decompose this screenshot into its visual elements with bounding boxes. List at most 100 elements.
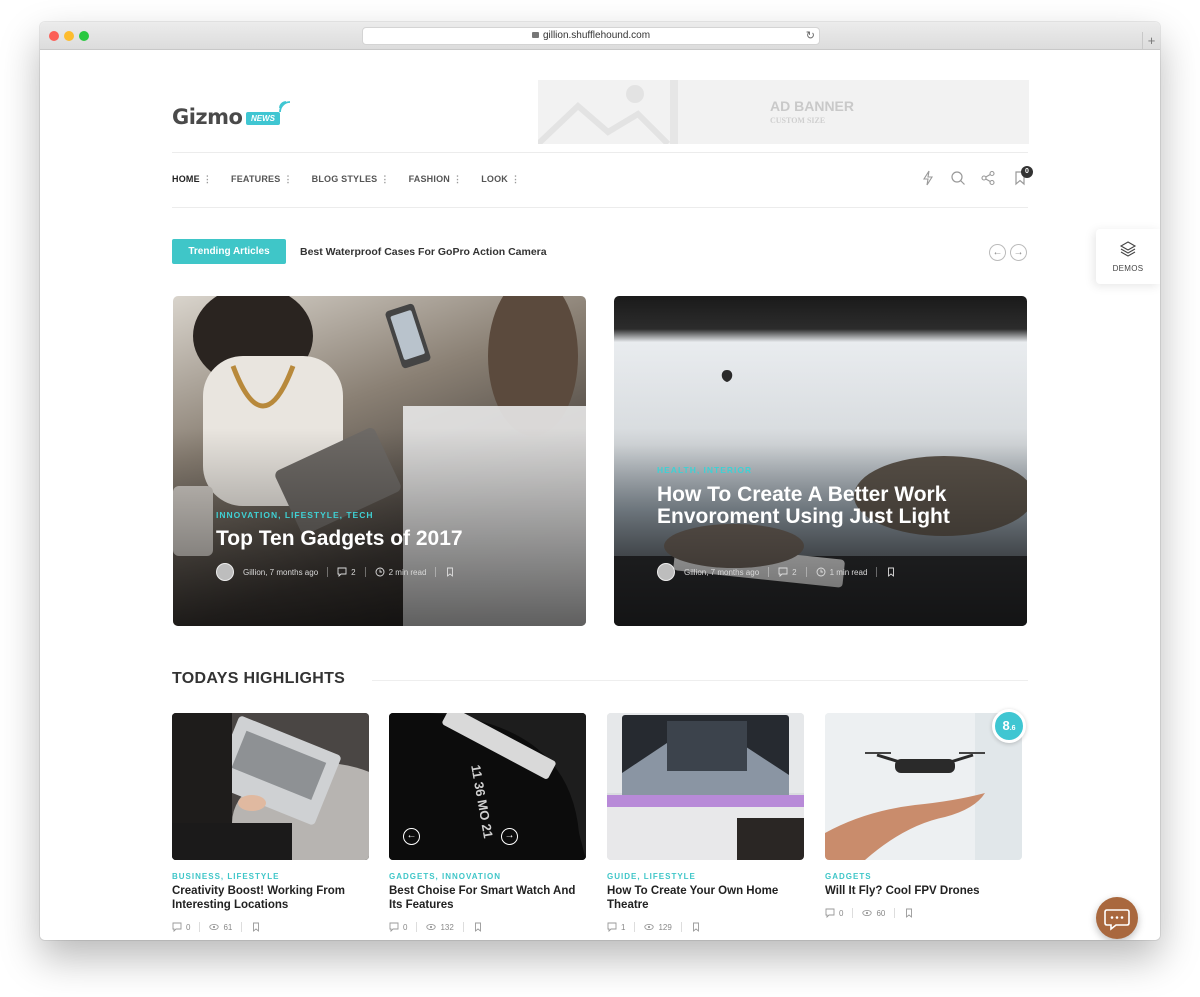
bookmark-icon[interactable] — [886, 567, 896, 577]
page-content: Gizmo NEWS AD BANNER CUSTOM SIZE HOME ⋮ F… — [40, 50, 1160, 940]
divider — [364, 567, 366, 577]
divider — [894, 908, 896, 918]
post-thumbnail[interactable] — [825, 713, 1022, 860]
demos-panel-button[interactable]: DEMOS — [1096, 229, 1160, 284]
logo-badge: NEWS — [246, 112, 280, 125]
new-tab-button[interactable]: + — [1142, 32, 1160, 50]
avatar[interactable] — [216, 563, 234, 581]
browser-window: gillion.shufflehound.com ↻ + Gizmo NEWS … — [40, 22, 1160, 940]
trending-headline[interactable]: Best Waterproof Cases For GoPro Action C… — [300, 246, 547, 258]
ad-banner[interactable]: AD BANNER CUSTOM SIZE — [538, 80, 1029, 144]
eye-icon — [644, 923, 655, 931]
slider-next-button[interactable]: → — [501, 828, 518, 845]
post-categories[interactable]: GADGETS, INNOVATION — [389, 872, 586, 881]
bookmark-icon[interactable] — [691, 922, 701, 932]
view-count: 61 — [223, 922, 233, 932]
divider — [241, 922, 243, 932]
post-meta: 1 129 — [607, 922, 804, 932]
nav-item-features[interactable]: FEATURES ⋮ — [231, 174, 293, 185]
hero-post-card[interactable]: HEALTH, INTERIOR How To Create A Better … — [614, 296, 1027, 626]
drone-photo — [825, 713, 1022, 860]
post-meta: 0 61 — [172, 922, 369, 932]
hero-post-categories[interactable]: HEALTH, INTERIOR — [657, 465, 752, 475]
hero-post-meta: Gillion, 7 months ago 2 1 min read — [657, 563, 900, 581]
hero-post-card[interactable]: INNOVATION, LIFESTYLE, TECH Top Ten Gadg… — [173, 296, 586, 626]
lightning-icon[interactable] — [920, 170, 936, 186]
logo-text: Gizmo — [172, 105, 243, 129]
comment-icon — [337, 567, 347, 577]
image-placeholder-icon — [538, 80, 678, 144]
post-title[interactable]: How To Create Your Own Home Theatre — [607, 884, 804, 912]
highlight-post-card[interactable]: BUSINESS, LIFESTYLE Creativity Boost! Wo… — [172, 713, 369, 932]
lock-icon — [531, 32, 539, 38]
post-meta: 0 60 — [825, 908, 1022, 918]
post-thumbnail[interactable] — [172, 713, 369, 860]
post-title[interactable]: Best Choise For Smart Watch And Its Feat… — [389, 884, 586, 912]
eye-icon — [426, 923, 437, 931]
highlight-post-card[interactable]: GADGETS Will It Fly? Cool FPV Drones 0 6… — [825, 713, 1022, 918]
close-window-button[interactable] — [49, 31, 59, 41]
post-thumbnail[interactable] — [607, 713, 804, 860]
nav-item-fashion[interactable]: FASHION ⋮ — [409, 174, 463, 185]
slider-prev-button[interactable]: ← — [403, 828, 420, 845]
divider — [680, 922, 682, 932]
bookmark-icon[interactable] — [473, 922, 483, 932]
divider — [852, 908, 854, 918]
eye-icon — [209, 923, 220, 931]
read-time: 2 min read — [388, 567, 427, 577]
hero-post-title[interactable]: Top Ten Gadgets of 2017 — [216, 528, 546, 550]
minimize-window-button[interactable] — [64, 31, 74, 41]
post-meta: 0 132 — [389, 922, 586, 932]
divider — [805, 567, 807, 577]
trending-next-button[interactable]: → — [1010, 244, 1027, 261]
highlight-post-card[interactable]: GUIDE, LIFESTYLE How To Create Your Own … — [607, 713, 804, 932]
hero-post-categories[interactable]: INNOVATION, LIFESTYLE, TECH — [216, 510, 374, 520]
post-categories[interactable]: BUSINESS, LIFESTYLE — [172, 872, 369, 881]
divider — [416, 922, 418, 932]
post-thumbnail[interactable]: 11 36 MO 21 ← → — [389, 713, 586, 860]
nav-item-blog-styles[interactable]: BLOG STYLES ⋮ — [312, 174, 390, 185]
comment-icon — [389, 922, 399, 932]
nav-item-look[interactable]: LOOK ⋮ — [481, 174, 520, 185]
post-title[interactable]: Creativity Boost! Working From Interesti… — [172, 884, 369, 912]
nav-item-home[interactable]: HOME ⋮ — [172, 174, 212, 185]
address-bar[interactable]: gillion.shufflehound.com ↻ — [362, 27, 820, 45]
divider — [372, 680, 1028, 681]
trending-prev-button[interactable]: ← — [989, 244, 1006, 261]
home-theatre-photo — [607, 713, 804, 860]
chat-button[interactable] — [1096, 897, 1138, 939]
section-title: TODAYS HIGHLIGHTS — [172, 670, 346, 687]
divider — [462, 922, 464, 932]
post-categories[interactable]: GUIDE, LIFESTYLE — [607, 872, 804, 881]
comment-count: 0 — [839, 908, 844, 918]
divider — [435, 567, 437, 577]
comment-count: 0 — [403, 922, 408, 932]
reload-icon[interactable]: ↻ — [806, 28, 815, 44]
post-title[interactable]: Will It Fly? Cool FPV Drones — [825, 884, 1022, 898]
highlight-post-card[interactable]: 11 36 MO 21 ← → GADGETS, INNOVATION Best… — [389, 713, 586, 932]
wifi-icon — [279, 101, 291, 113]
comment-count: 2 — [351, 567, 356, 577]
avatar[interactable] — [657, 563, 675, 581]
comment-icon — [172, 922, 182, 932]
divider — [199, 922, 201, 932]
bookmark-icon[interactable] — [904, 908, 914, 918]
clock-icon — [816, 567, 826, 577]
post-categories[interactable]: GADGETS — [825, 872, 1022, 881]
comment-count: 0 — [186, 922, 191, 932]
search-icon[interactable] — [950, 170, 966, 186]
divider — [327, 567, 329, 577]
hero-post-meta: Gillion, 7 months ago 2 2 min read — [216, 563, 459, 581]
read-time: 1 min read — [829, 567, 868, 577]
bookmark-count-badge: 0 — [1021, 166, 1033, 178]
layers-icon — [1119, 241, 1137, 257]
bookmark-icon[interactable] — [251, 922, 261, 932]
trending-articles-button[interactable]: Trending Articles — [172, 239, 286, 264]
post-author-date[interactable]: Gillion, 7 months ago — [684, 568, 759, 577]
maximize-window-button[interactable] — [79, 31, 89, 41]
post-author-date[interactable]: Gillion, 7 months ago — [243, 568, 318, 577]
hero-post-title[interactable]: How To Create A Better Work Envoroment U… — [657, 484, 987, 528]
bookmark-icon[interactable] — [445, 567, 455, 577]
share-icon[interactable] — [980, 170, 996, 186]
laptop-photo — [172, 713, 369, 860]
